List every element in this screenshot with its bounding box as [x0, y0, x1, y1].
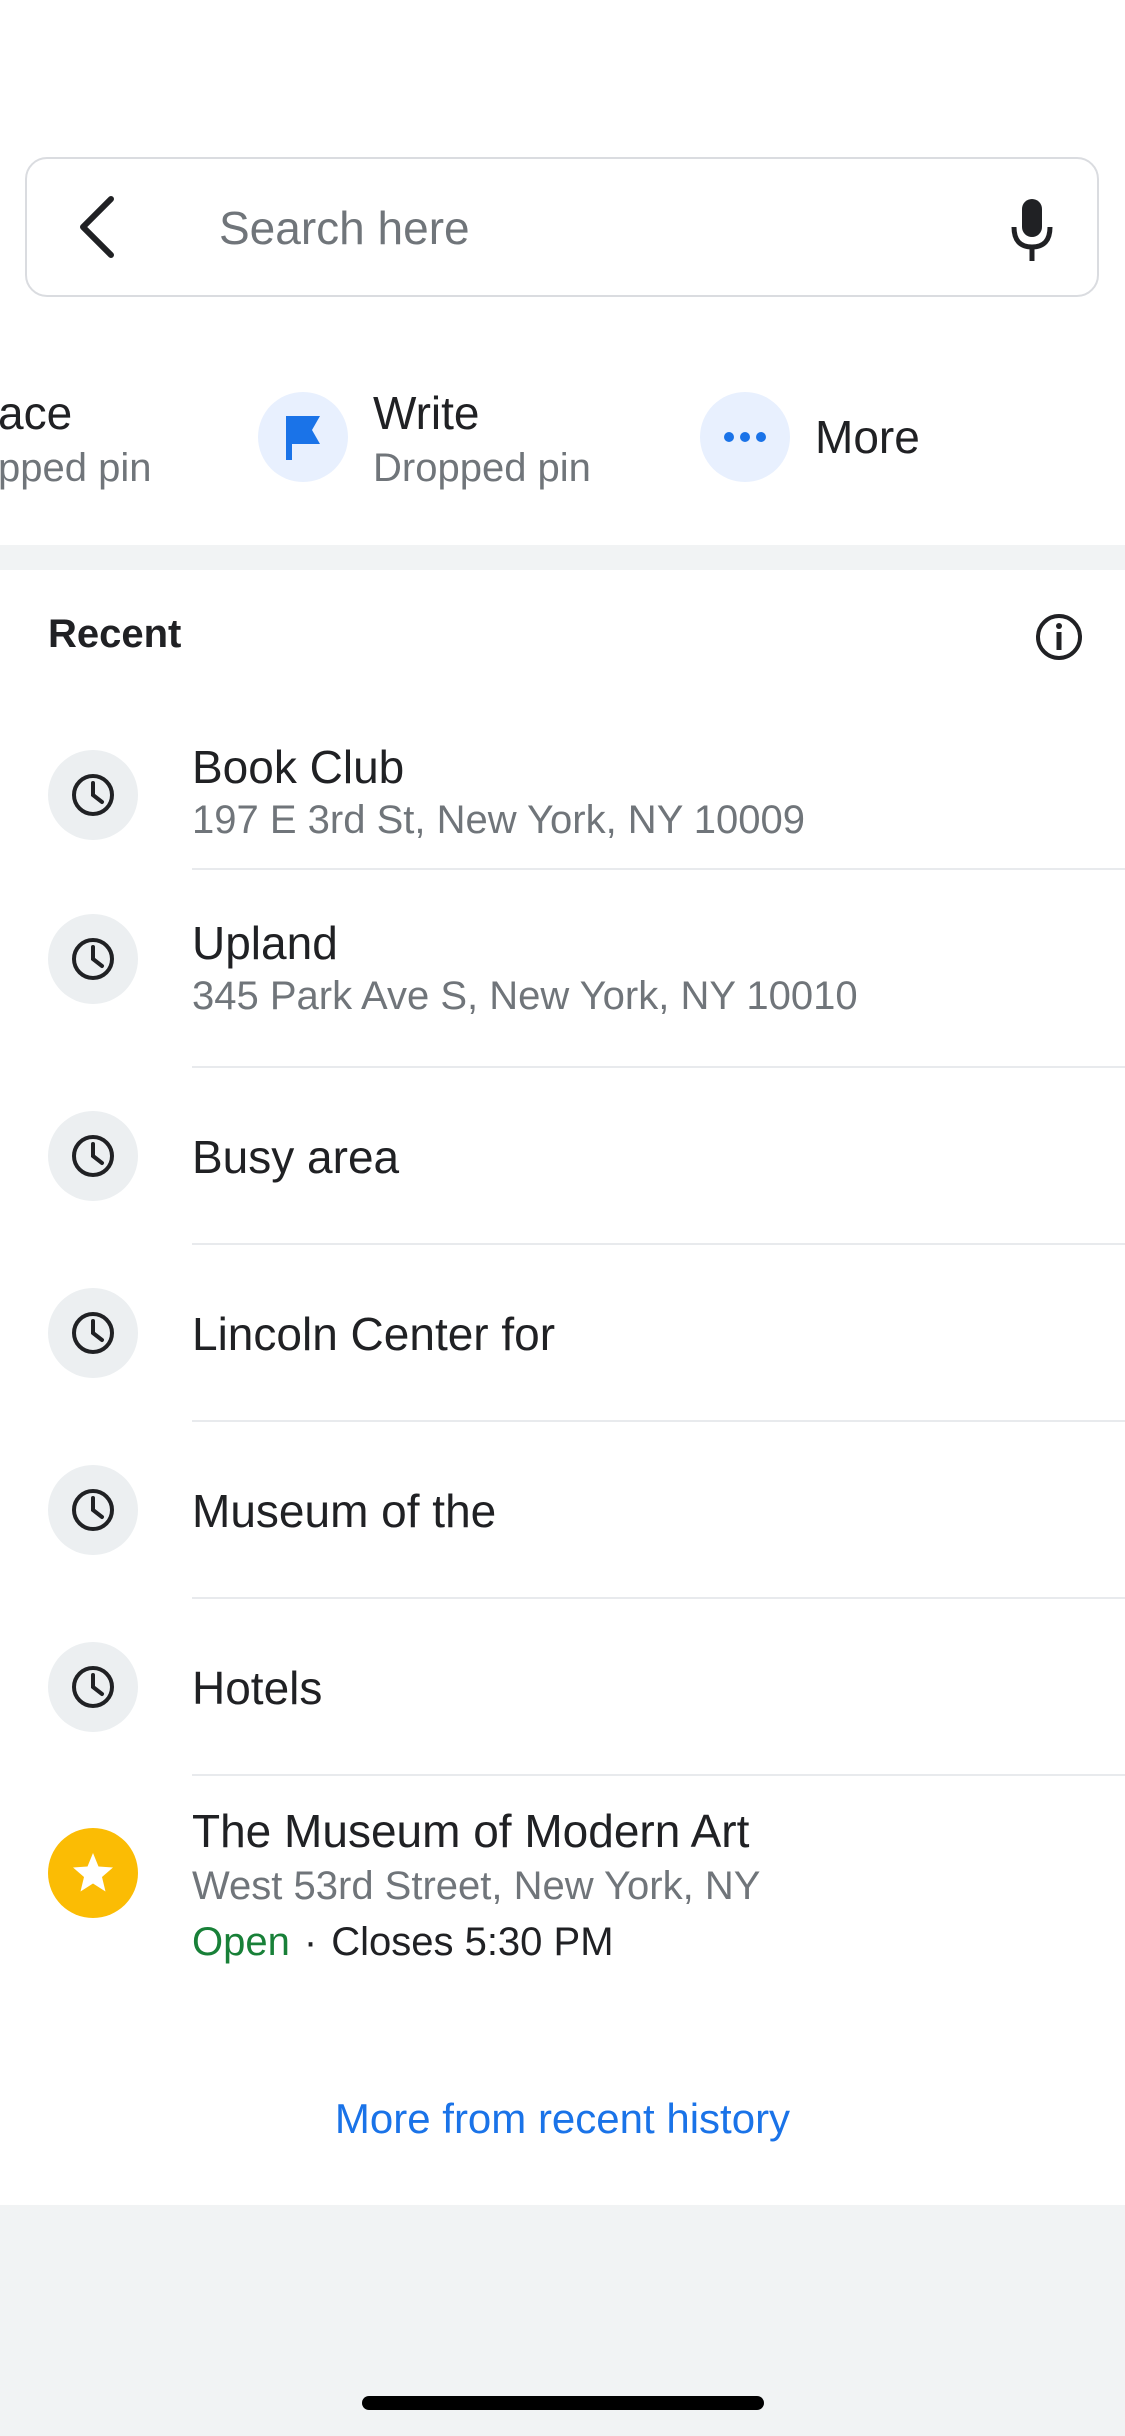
more-recent-history-link[interactable]: More from recent history — [0, 2095, 1125, 2143]
starred-icon-circle — [48, 1828, 138, 1918]
history-clock-icon — [72, 1312, 114, 1354]
more-icon-circle — [700, 392, 790, 482]
search-input[interactable] — [217, 189, 981, 267]
place-name: Museum of the — [192, 1485, 497, 1537]
more-action[interactable]: More — [700, 350, 1000, 510]
star-icon — [73, 1853, 113, 1892]
history-clock-icon — [72, 1135, 114, 1177]
write-review-action[interactable]: Write Dropped pin — [258, 350, 638, 510]
history-clock-icon — [72, 774, 114, 816]
voice-search-button[interactable] — [997, 195, 1067, 265]
place-name: Upland — [192, 917, 338, 969]
recent-item-moma[interactable]: The Museum of Modern Art West 53rd Stree… — [0, 1776, 1125, 2036]
place-name: The Museum of Modern Art — [192, 1805, 750, 1857]
save-place-title: ace — [0, 387, 73, 439]
place-name: Hotels — [192, 1662, 323, 1714]
microphone-icon — [1011, 199, 1053, 261]
history-icon-circle — [48, 1465, 138, 1555]
recent-item-busy-area[interactable]: Busy area — [0, 1068, 1125, 1245]
recent-item-book-club[interactable]: Book Club 197 E 3rd St, New York, NY 100… — [0, 720, 1125, 870]
more-dots-icon — [724, 432, 766, 442]
place-name: Book Club — [192, 741, 405, 793]
write-title: Write — [373, 387, 480, 439]
back-arrow-icon — [80, 196, 114, 258]
place-name: Busy area — [192, 1131, 400, 1183]
history-icon-circle — [48, 750, 138, 840]
more-title: More — [815, 411, 920, 463]
info-button[interactable] — [1030, 608, 1088, 666]
history-icon-circle — [48, 1111, 138, 1201]
history-icon-circle — [48, 1642, 138, 1732]
place-name: Lincoln Center for — [192, 1308, 556, 1360]
recent-panel: Recent Book Club 197 E 3rd St, New York,… — [0, 570, 1125, 2205]
save-place-action[interactable]: ace pped pin — [0, 350, 200, 510]
recent-item-lincoln-center[interactable]: Lincoln Center for — [0, 1245, 1125, 1422]
write-icon-circle — [258, 392, 348, 482]
place-address: 197 E 3rd St, New York, NY 10009 — [192, 798, 805, 842]
quick-actions-row: ace pped pin Write Dropped pin More — [0, 350, 1125, 510]
history-clock-icon — [72, 1489, 114, 1531]
write-subtitle: Dropped pin — [373, 446, 591, 490]
history-clock-icon — [72, 1666, 114, 1708]
status-separator: · — [303, 1920, 318, 1964]
closing-time: Closes 5:30 PM — [331, 1920, 614, 1964]
place-address: West 53rd Street, New York, NY — [192, 1864, 761, 1908]
history-icon-circle — [48, 1288, 138, 1378]
history-clock-icon — [72, 938, 114, 980]
open-status: Open — [192, 1920, 290, 1964]
recent-item-hotels[interactable]: Hotels — [0, 1599, 1125, 1776]
recent-item-museum-of-the[interactable]: Museum of the — [0, 1422, 1125, 1599]
place-hours: Open · Closes 5:30 PM — [192, 1920, 614, 1965]
recent-item-upland[interactable]: Upland 345 Park Ave S, New York, NY 1001… — [0, 870, 1125, 1068]
save-place-subtitle: pped pin — [0, 446, 152, 490]
home-indicator[interactable] — [362, 2396, 764, 2410]
flag-icon — [286, 416, 320, 460]
recent-header: Recent — [48, 612, 182, 656]
history-icon-circle — [48, 914, 138, 1004]
section-divider — [0, 545, 1125, 570]
place-address: 345 Park Ave S, New York, NY 10010 — [192, 974, 858, 1018]
back-button[interactable] — [67, 192, 127, 262]
search-bar[interactable] — [25, 157, 1099, 297]
info-icon — [1036, 614, 1082, 660]
